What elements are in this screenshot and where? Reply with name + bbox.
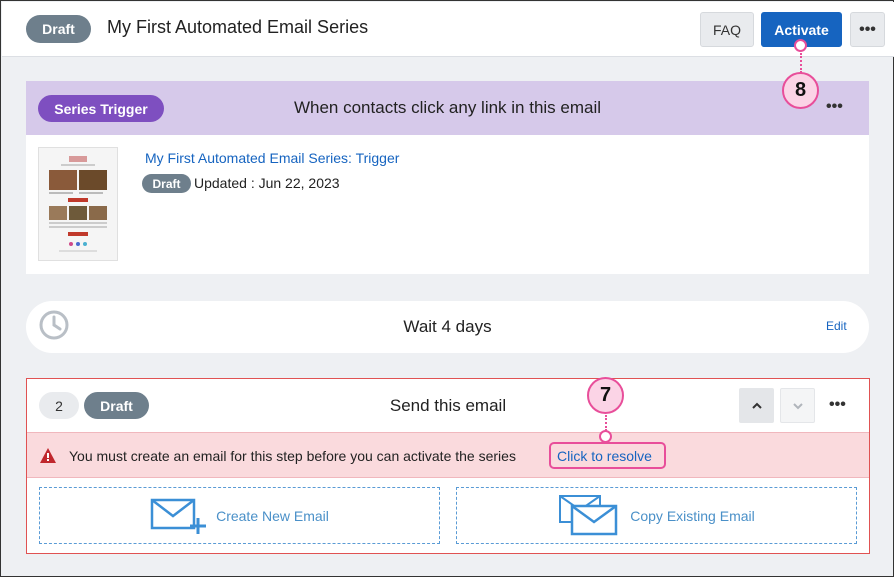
page-title: My First Automated Email Series bbox=[107, 17, 369, 37]
create-new-email-label: Create New Email bbox=[216, 507, 329, 524]
click-to-resolve-link[interactable]: Click to resolve bbox=[557, 448, 652, 464]
move-down-button[interactable] bbox=[780, 388, 815, 423]
email-thumbnail[interactable] bbox=[38, 147, 118, 261]
send-email-step: 2 Draft Send this email ••• You must cre… bbox=[26, 378, 870, 554]
trigger-email-updated: Updated : Jun 22, 2023 bbox=[194, 175, 340, 191]
wait-step: Wait 4 days Edit bbox=[26, 301, 869, 353]
status-badge: Draft bbox=[26, 15, 91, 43]
create-new-email-button[interactable]: Create New Email bbox=[39, 487, 440, 544]
warning-icon bbox=[40, 448, 56, 468]
app-frame: Draft My First Automated Email Series FA… bbox=[0, 0, 894, 577]
error-banner: You must create an email for this step b… bbox=[27, 432, 869, 478]
callout-8-line bbox=[800, 53, 802, 73]
callout-7-anchor bbox=[599, 430, 612, 443]
chevron-down-icon bbox=[792, 402, 803, 409]
trigger-card: Series Trigger When contacts click any l… bbox=[26, 81, 869, 274]
copy-existing-email-button[interactable]: Copy Existing Email bbox=[456, 487, 857, 544]
trigger-email-link[interactable]: My First Automated Email Series: Trigger bbox=[145, 150, 399, 166]
wait-duration: Wait 4 days bbox=[403, 317, 492, 336]
callout-7-line bbox=[605, 415, 607, 431]
chevron-up-icon bbox=[751, 402, 762, 409]
trigger-email-status-badge: Draft bbox=[142, 174, 191, 193]
faq-button[interactable]: FAQ bbox=[700, 12, 754, 47]
trigger-more-button[interactable]: ••• bbox=[826, 98, 843, 116]
envelopes-copy-icon bbox=[559, 494, 618, 535]
move-up-button[interactable] bbox=[739, 388, 774, 423]
envelope-plus-icon bbox=[150, 498, 207, 534]
wait-edit-link[interactable]: Edit bbox=[826, 319, 847, 333]
callout-8-anchor bbox=[794, 39, 807, 52]
error-message: You must create an email for this step b… bbox=[69, 448, 516, 464]
callout-8-badge: 8 bbox=[782, 72, 819, 109]
more-options-button[interactable]: ••• bbox=[850, 12, 885, 47]
copy-existing-email-label: Copy Existing Email bbox=[630, 507, 755, 524]
callout-7-badge: 7 bbox=[587, 377, 624, 414]
trigger-description: When contacts click any link in this ema… bbox=[293, 98, 602, 117]
step-more-button[interactable]: ••• bbox=[829, 396, 846, 414]
page-header: Draft My First Automated Email Series FA… bbox=[2, 2, 894, 57]
trigger-header: Series Trigger When contacts click any l… bbox=[26, 81, 869, 135]
